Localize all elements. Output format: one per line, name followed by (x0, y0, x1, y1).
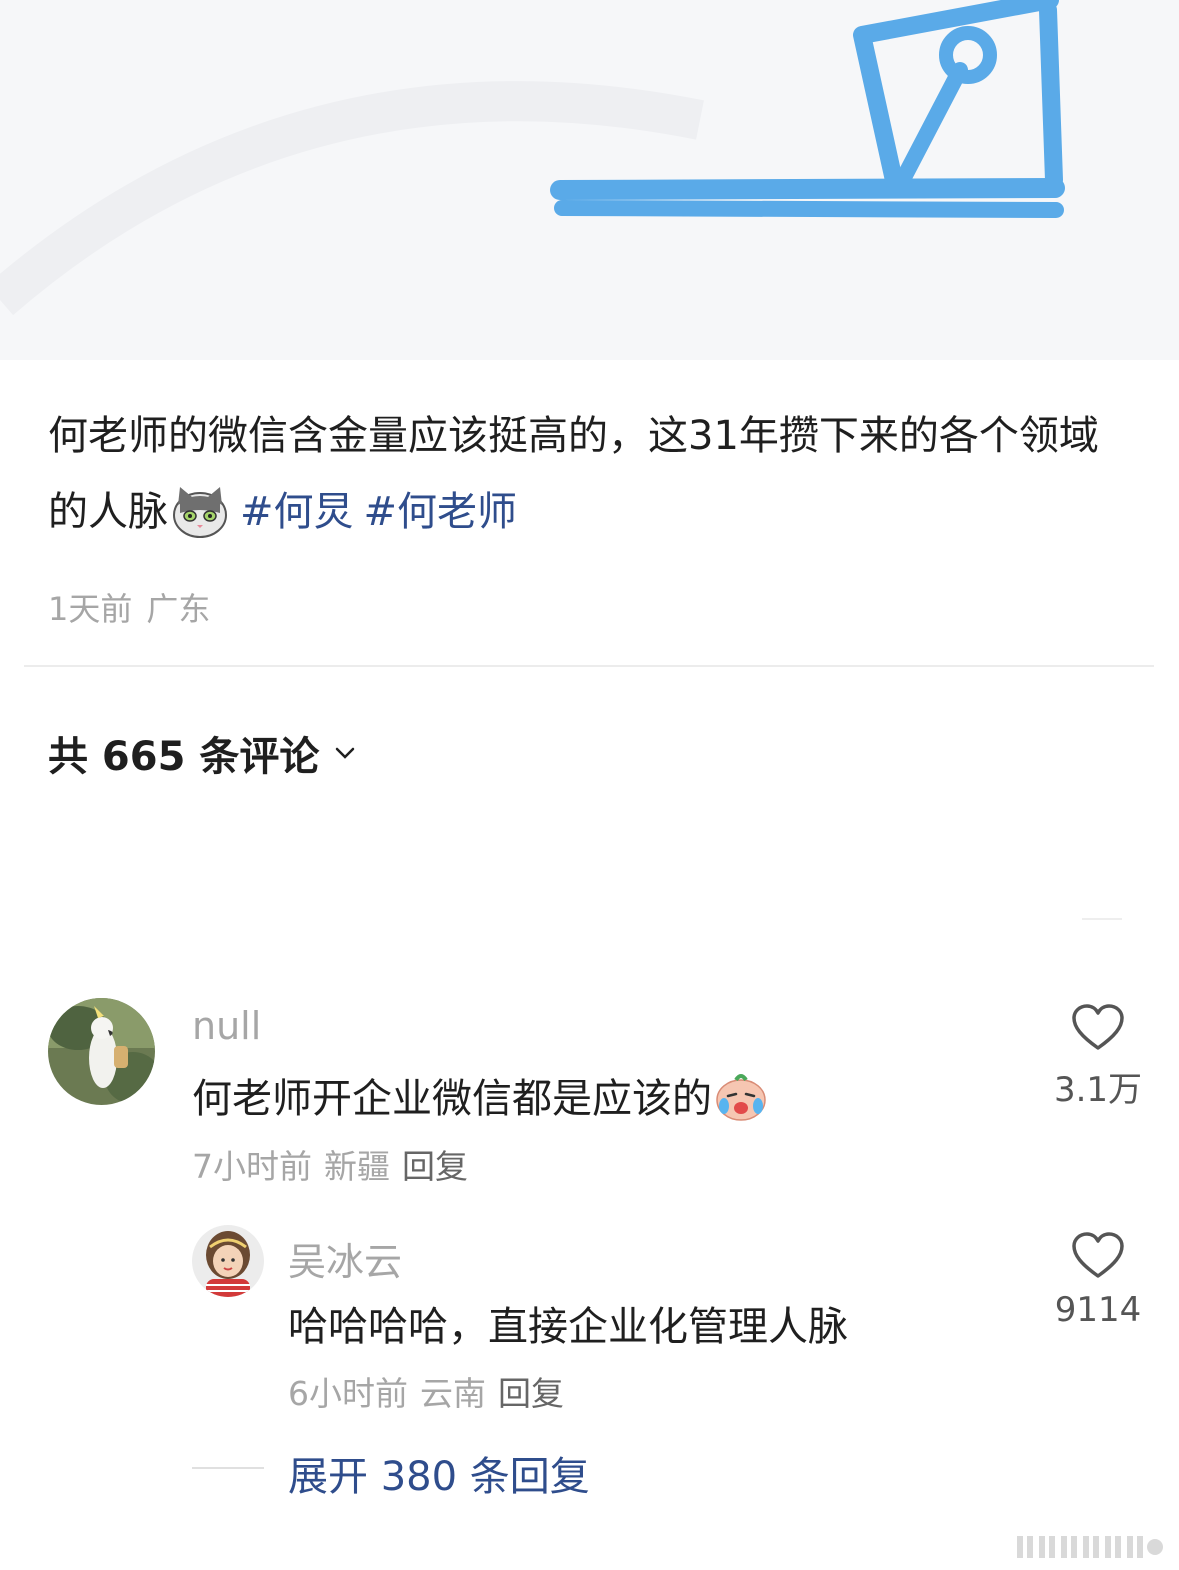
post-meta: 1天前 广东 (48, 584, 210, 630)
like-count: 9114 (1054, 1290, 1142, 1330)
comment-text: 何老师开企业微信都是应该的 (192, 1066, 768, 1124)
like-button[interactable]: 9114 (1038, 1232, 1158, 1330)
post-image[interactable] (0, 0, 1179, 360)
cockatoo-avatar-icon (48, 998, 155, 1105)
crying-laughing-icon (716, 1074, 766, 1121)
post-text: 何老师的微信含金量应该挺高的，这31年攒下来的各个领域的人脉 #何炅 #何老师 (48, 398, 1128, 550)
divider (192, 1467, 264, 1469)
blue-sketch-drawing (0, 0, 1065, 316)
reply-meta: 6小时前 云南 回复 (288, 1367, 564, 1415)
reply-location: 云南 (420, 1374, 486, 1413)
comment-username[interactable]: null (192, 1004, 261, 1048)
reply-button[interactable]: 回复 (498, 1374, 564, 1413)
reply-username[interactable]: 吴冰云 (288, 1231, 402, 1286)
like-count: 3.1万 (1053, 1070, 1143, 1110)
avatar[interactable] (192, 1225, 264, 1297)
heart-icon (1072, 1004, 1124, 1050)
comment-location: 新疆 (324, 1147, 390, 1186)
comments-sort-toggle[interactable]: 共 665 条评论 (48, 724, 357, 782)
child-avatar-icon (192, 1225, 264, 1297)
hashtag-link[interactable]: #何老师 (364, 489, 518, 535)
hashtag-link[interactable]: #何炅 (240, 489, 354, 535)
divider (24, 665, 1154, 667)
expand-replies-button[interactable]: 展开 380 条回复 (288, 1444, 590, 1502)
comments-count-label: 共 665 条评论 (48, 734, 320, 780)
reply-text: 哈哈哈哈，直接企业化管理人脉 (288, 1304, 848, 1350)
post-location: 广东 (146, 590, 211, 628)
comment-meta: 7小时前 新疆 回复 (192, 1140, 468, 1188)
cat-face-icon (173, 487, 227, 538)
avatar[interactable] (48, 998, 155, 1105)
reply-button[interactable]: 回复 (402, 1147, 468, 1186)
post-time: 1天前 (48, 590, 133, 628)
divider (1082, 918, 1122, 920)
watermark-logo (1017, 1536, 1163, 1558)
like-button[interactable]: 3.1万 (1038, 1004, 1158, 1111)
chevron-down-icon (336, 747, 355, 759)
comment-body-text: 何老师开企业微信都是应该的 (192, 1076, 712, 1122)
heart-icon (1072, 1232, 1124, 1278)
reply-time: 6小时前 (288, 1374, 408, 1413)
comment-time: 7小时前 (192, 1147, 312, 1186)
